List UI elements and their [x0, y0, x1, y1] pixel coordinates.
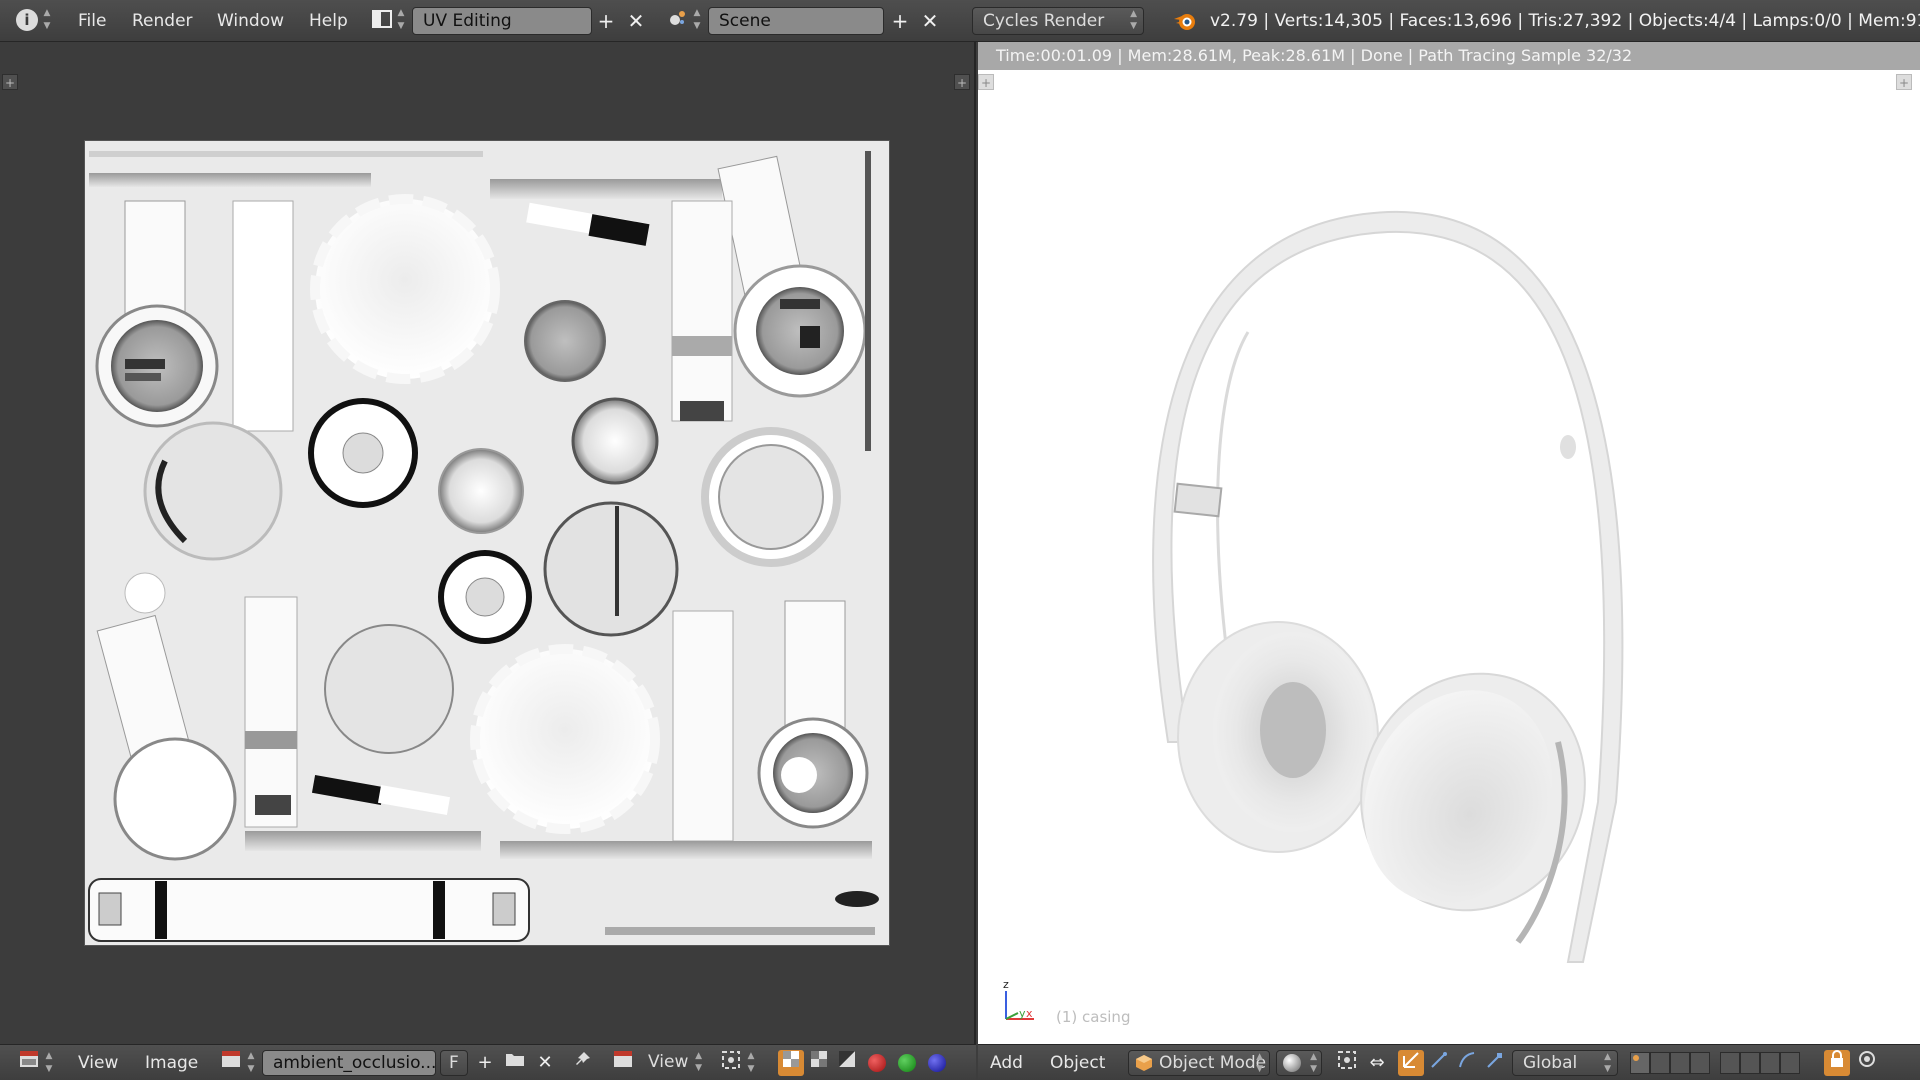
fake-user-button[interactable]: F	[440, 1050, 468, 1076]
menu-help[interactable]: Help	[309, 0, 348, 42]
menu-view[interactable]: View	[78, 1045, 118, 1080]
layer-button-3[interactable]	[1670, 1052, 1690, 1074]
menu-image[interactable]: Image	[145, 1045, 198, 1080]
object-mode-label: Object Mode	[1159, 1053, 1267, 1073]
render-viewport[interactable]: Time:00:01.09 | Mem:28.61M, Peak:28.61M …	[978, 42, 1920, 1044]
menu-file[interactable]: File	[78, 0, 106, 42]
layer-button-7[interactable]	[1760, 1052, 1780, 1074]
ambient-occlusion-texture[interactable]	[84, 140, 890, 946]
blender-logo-icon	[1172, 9, 1198, 33]
remove-screen-button[interactable]: ✕	[622, 7, 650, 35]
screen-layout-field[interactable]: UV Editing	[412, 7, 592, 35]
chevron-updown-icon: ▲ ▼	[1256, 1052, 1263, 1074]
pivot-icon[interactable]	[718, 1050, 744, 1076]
image-browse-arrows[interactable]: ▲ ▼	[246, 1050, 256, 1076]
image-editor-header: ▲ ▼ View Image ▲ ▼ ambient_occlusio... F +…	[0, 1044, 976, 1080]
layer-button-1[interactable]	[1630, 1052, 1650, 1074]
axis-gizmo: z y x	[1003, 978, 1034, 1020]
axis-z-label: z	[1003, 978, 1009, 991]
axis-x-label: x	[1026, 1007, 1033, 1020]
shading-sphere-icon	[1283, 1054, 1301, 1072]
transform-manipulator-icon[interactable]	[1482, 1050, 1508, 1076]
toolbar-expand-icon[interactable]: +	[2, 74, 18, 90]
axis-y-label: y	[1019, 1007, 1026, 1020]
render-status-bar: Time:00:01.09 | Mem:28.61M, Peak:28.61M …	[978, 42, 1920, 70]
layer-button-6[interactable]	[1740, 1052, 1760, 1074]
pin-icon[interactable]	[570, 1050, 596, 1076]
viewport-toolbar-expand-icon[interactable]: +	[978, 74, 994, 90]
display-alpha-icon[interactable]	[806, 1050, 832, 1076]
render-preview-icon[interactable]	[1854, 1050, 1880, 1076]
scene-icon[interactable]	[664, 7, 692, 35]
display-zbuffer-icon[interactable]	[834, 1050, 860, 1076]
view-mode-label: View	[648, 1052, 689, 1072]
layer-button-4[interactable]	[1690, 1052, 1710, 1074]
add-screen-button[interactable]: +	[592, 7, 620, 35]
image-mode-icon[interactable]	[610, 1050, 636, 1076]
editor-type-arrows[interactable]: ▲ ▼	[44, 1050, 54, 1076]
image-editor-area[interactable]: + +	[0, 42, 976, 1044]
viewport-sidebar-expand-icon[interactable]: +	[1896, 74, 1912, 90]
orientation-dropdown[interactable]: Global ▲ ▼	[1512, 1050, 1618, 1076]
image-browse-icon[interactable]	[218, 1050, 244, 1076]
new-image-button[interactable]: +	[472, 1050, 498, 1076]
screen-layout-icon[interactable]	[368, 7, 396, 35]
scene-statistics: v2.79 | Verts:14,305 | Faces:13,696 | Tr…	[1210, 11, 1920, 31]
rotate-manipulator-icon[interactable]	[1426, 1050, 1452, 1076]
info-icon[interactable]: i	[16, 9, 38, 31]
sidebar-expand-icon[interactable]: +	[954, 74, 970, 90]
orientation-label: Global	[1523, 1053, 1578, 1073]
pivot-arrows[interactable]: ▲ ▼	[746, 1050, 756, 1076]
remove-scene-button[interactable]: ✕	[916, 7, 944, 35]
object-mode-dropdown[interactable]: Object Mode ▲ ▼	[1128, 1050, 1270, 1076]
viewport-shading-dropdown[interactable]: ▲ ▼	[1276, 1050, 1322, 1076]
layer-button-5[interactable]	[1720, 1052, 1740, 1074]
channel-green-icon[interactable]	[898, 1054, 916, 1072]
lock-camera-icon[interactable]	[1824, 1050, 1850, 1076]
chevron-updown-icon: ▲ ▼	[1604, 1052, 1611, 1074]
menu-render[interactable]: Render	[132, 0, 193, 42]
menu-object[interactable]: Object	[1050, 1045, 1105, 1080]
chevron-updown-icon: ▲ ▼	[695, 1051, 702, 1073]
unlink-image-button[interactable]: ✕	[532, 1050, 558, 1076]
scene-field[interactable]: Scene	[708, 7, 884, 35]
display-rgb-alpha-icon[interactable]	[778, 1050, 804, 1076]
pivot-point-icon[interactable]	[1334, 1050, 1360, 1076]
image-editor-icon[interactable]	[16, 1050, 42, 1076]
image-name-field[interactable]: ambient_occlusio...	[262, 1050, 436, 1076]
add-scene-button[interactable]: +	[886, 7, 914, 35]
mesh-cube-icon	[1135, 1054, 1153, 1079]
layer-button-2[interactable]	[1650, 1052, 1670, 1074]
menu-window[interactable]: Window	[217, 0, 284, 42]
open-image-icon[interactable]	[502, 1050, 528, 1076]
menu-add[interactable]: Add	[990, 1045, 1023, 1080]
scene-arrows[interactable]: ▲ ▼	[692, 7, 702, 35]
layer-button-8[interactable]	[1780, 1052, 1800, 1074]
render-engine-dropdown[interactable]: Cycles Render ▲ ▼	[972, 7, 1144, 35]
editor-type-arrows[interactable]: ▲ ▼	[42, 7, 52, 35]
render-engine-label: Cycles Render	[983, 11, 1105, 31]
chevron-updown-icon: ▲ ▼	[1130, 9, 1137, 31]
channel-blue-icon[interactable]	[928, 1054, 946, 1072]
screen-layout-arrows[interactable]: ▲ ▼	[396, 7, 406, 35]
headphones-render	[1152, 210, 1624, 963]
scale-manipulator-icon[interactable]	[1454, 1050, 1480, 1076]
chevron-updown-icon: ▲ ▼	[1310, 1052, 1317, 1074]
viewport-header: Add Object Object Mode ▲ ▼ ▲ ▼ ⇔ Global ▲ ▼	[978, 1044, 1920, 1080]
info-header: i ▲ ▼ File Render Window Help ▲ ▼ UV Editi…	[0, 0, 1920, 42]
active-object-label: (1) casing	[1056, 1008, 1131, 1026]
translate-manipulator-icon[interactable]	[1398, 1050, 1424, 1076]
manipulator-icon[interactable]: ⇔	[1364, 1050, 1390, 1076]
view-mode-dropdown[interactable]: View ▲ ▼	[638, 1050, 704, 1076]
channel-red-icon[interactable]	[868, 1054, 886, 1072]
